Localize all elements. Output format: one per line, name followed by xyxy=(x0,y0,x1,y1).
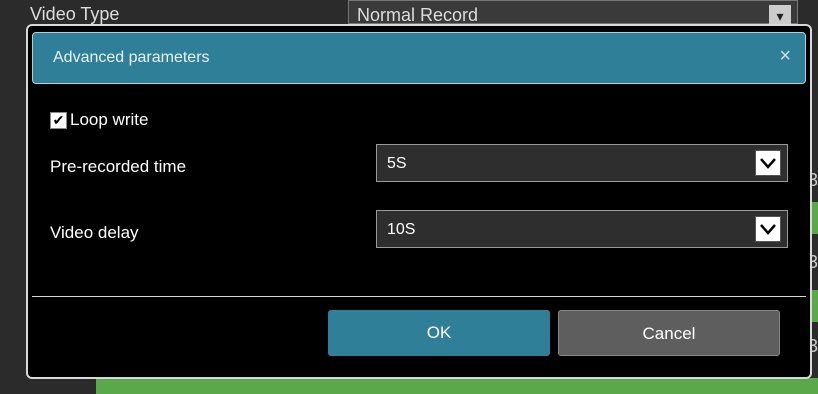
loop-write-label: Loop write xyxy=(70,110,149,129)
dialog-divider xyxy=(32,296,806,297)
video-delay-value: 10S xyxy=(387,221,416,238)
ok-button[interactable]: OK xyxy=(328,310,550,356)
video-type-select[interactable]: Normal Record ▾ xyxy=(348,0,798,27)
green-bar xyxy=(96,378,818,394)
video-type-label: Video Type xyxy=(30,4,120,24)
chevron-down-icon[interactable] xyxy=(755,216,781,242)
pre-recorded-time-value: 5S xyxy=(387,155,407,172)
cancel-button[interactable]: Cancel xyxy=(558,310,780,356)
video-delay-select[interactable]: 10S xyxy=(376,210,788,248)
dialog-title: Advanced parameters xyxy=(53,49,210,66)
dialog-header: Advanced parameters × xyxy=(32,32,806,84)
video-type-value: Normal Record xyxy=(357,5,479,25)
close-icon[interactable]: × xyxy=(779,45,791,68)
pre-recorded-time-select[interactable]: 5S xyxy=(376,144,788,182)
advanced-parameters-dialog: Advanced parameters × ✔ Loop write Pre-r… xyxy=(26,24,812,379)
loop-write-checkbox-row[interactable]: ✔ Loop write xyxy=(50,110,148,130)
chevron-down-icon[interactable] xyxy=(755,150,781,176)
video-delay-label: Video delay xyxy=(50,223,139,242)
loop-write-checkbox[interactable]: ✔ xyxy=(50,111,67,129)
pre-recorded-time-label: Pre-recorded time xyxy=(50,157,187,176)
